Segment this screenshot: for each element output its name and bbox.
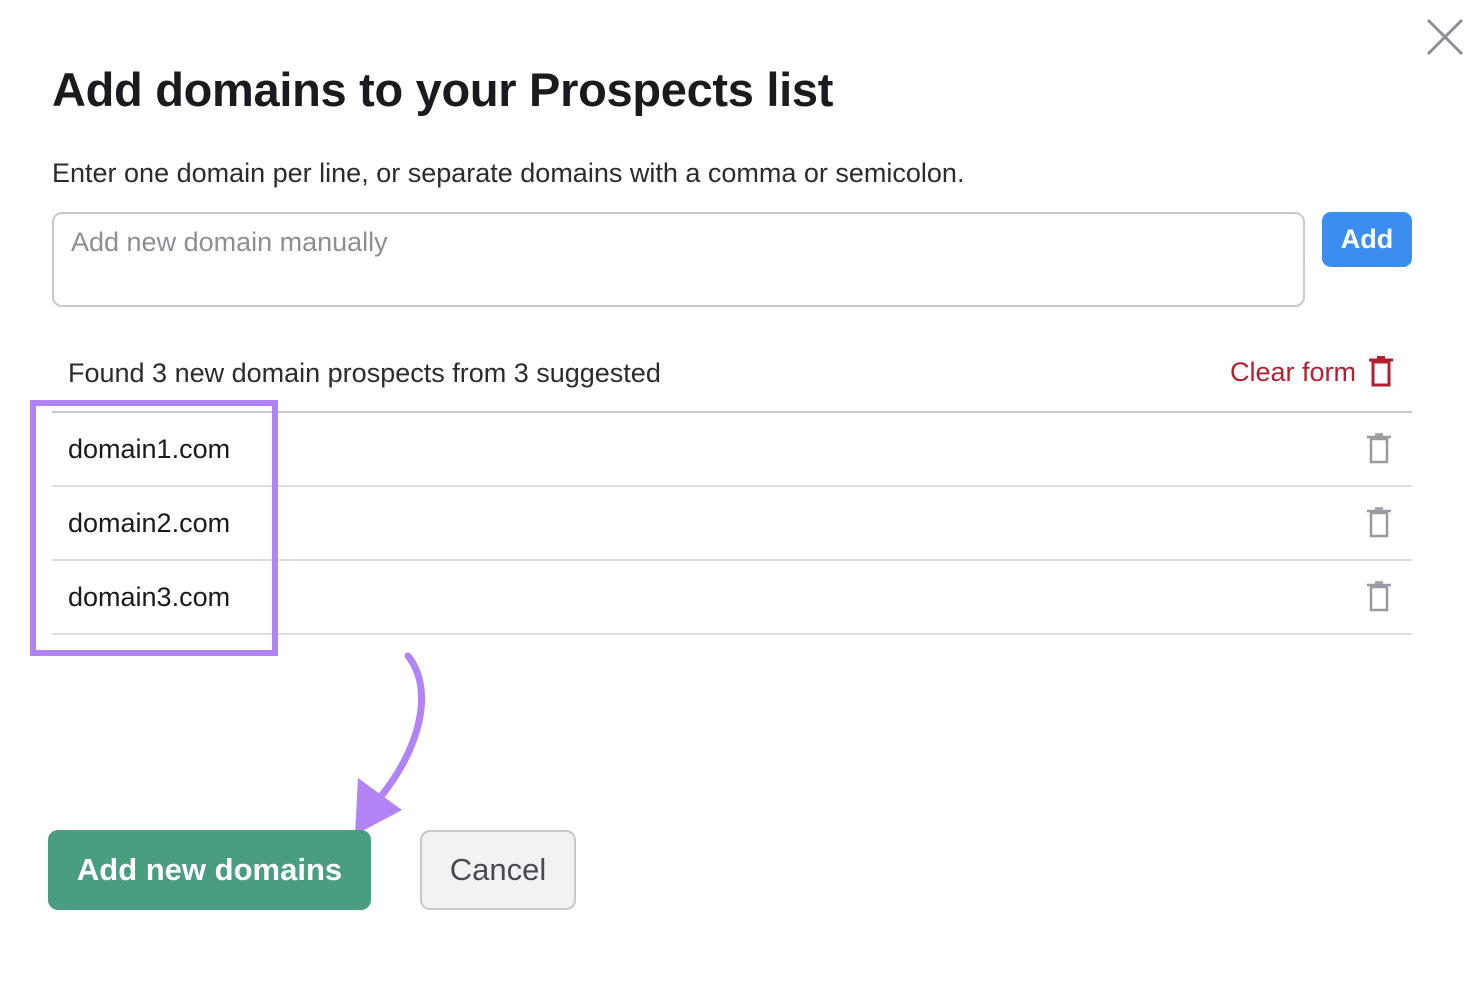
delete-domain-button[interactable] (1366, 581, 1392, 613)
domain-name: domain1.com (68, 433, 231, 464)
cancel-button[interactable]: Cancel (420, 830, 576, 910)
domain-row: domain1.com (52, 413, 1412, 487)
delete-domain-button[interactable] (1366, 433, 1392, 465)
dialog-title: Add domains to your Prospects list (52, 63, 834, 116)
domain-row: domain3.com (52, 561, 1412, 635)
add-button[interactable]: Add (1322, 212, 1412, 267)
domain-name: domain3.com (68, 581, 231, 612)
clear-form-button[interactable]: Clear form (1230, 356, 1394, 388)
results-summary: Found 3 new domain prospects from 3 sugg… (68, 358, 661, 388)
domain-row: domain2.com (52, 487, 1412, 561)
trash-icon (1367, 433, 1391, 464)
close-button[interactable] (1422, 14, 1468, 60)
clear-form-label: Clear form (1229, 356, 1356, 387)
trash-icon (1367, 581, 1391, 612)
instructions-text: Enter one domain per line, or separate d… (52, 158, 965, 188)
add-new-domains-button[interactable]: Add new domains (48, 830, 371, 910)
domain-list: domain1.com domain2.com domain3.com (52, 411, 1412, 635)
domain-name: domain2.com (68, 507, 231, 538)
trash-icon (1369, 356, 1393, 387)
annotation-arrow (355, 652, 426, 835)
domain-input[interactable] (52, 212, 1305, 307)
delete-domain-button[interactable] (1366, 507, 1392, 539)
close-icon (1426, 18, 1464, 56)
trash-icon (1367, 507, 1391, 538)
